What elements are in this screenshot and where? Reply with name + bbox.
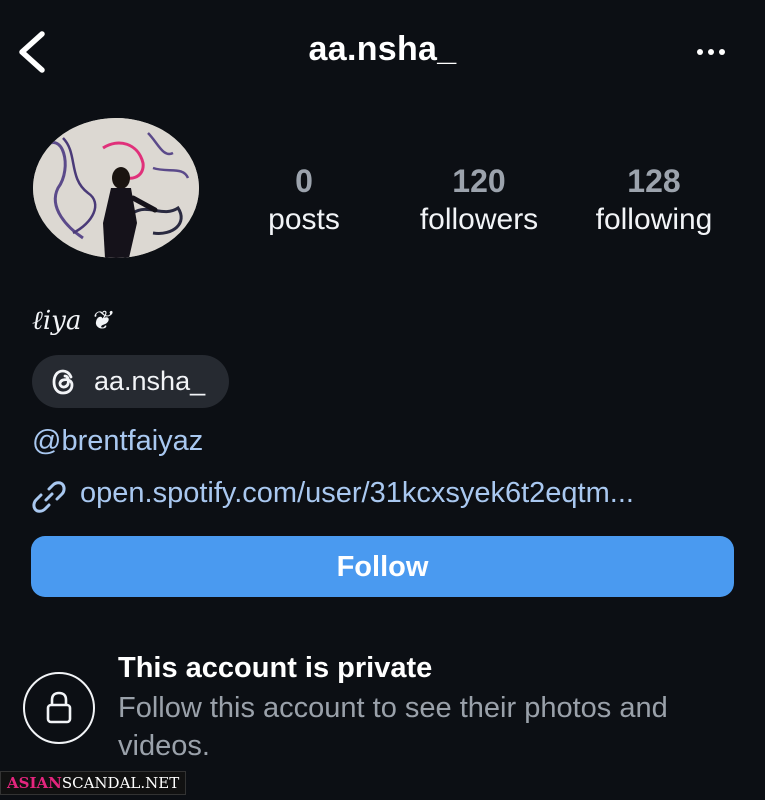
more-options-button[interactable] [690,34,734,70]
posts-label: posts [268,203,340,236]
profile-username-title: aa.nsha_ [308,30,457,68]
watermark-part2: SCANDAL.NET [61,774,180,792]
private-lock-badge [23,672,95,744]
followers-stat[interactable]: 120 followers [404,162,554,240]
display-name: ℓiya ❦ [32,306,112,336]
threads-handle: aa.nsha_ [94,366,206,396]
watermark-part1: ASIAN [7,774,62,792]
threads-badge[interactable]: aa.nsha_ [32,355,229,408]
posts-count: 0 [295,163,313,199]
following-count: 128 [627,163,681,199]
external-link[interactable]: open.spotify.com/user/31kcxsyek6t2eqtm..… [32,477,742,517]
following-stat[interactable]: 128 following [579,162,729,240]
external-link-text: open.spotify.com/user/31kcxsyek6t2eqtm..… [80,477,634,509]
private-account-subtitle: Follow this account to see their photos … [118,692,668,762]
link-icon [32,481,66,513]
profile-avatar[interactable] [33,118,199,258]
followers-count: 120 [452,163,506,199]
posts-stat: 0 posts [229,162,379,240]
following-label: following [595,203,713,236]
followers-label: followers [419,203,539,236]
lock-icon [46,691,72,724]
mention-link[interactable]: @brentfaiyaz [32,425,203,458]
more-horizontal-icon [697,49,725,55]
follow-button[interactable]: Follow [31,536,734,597]
private-account-title: This account is private [118,652,433,684]
follow-button-label: Follow [336,551,429,583]
threads-icon [52,369,74,395]
watermark: ASIANSCANDAL.NET [0,771,187,795]
avatar-photo [33,118,199,258]
